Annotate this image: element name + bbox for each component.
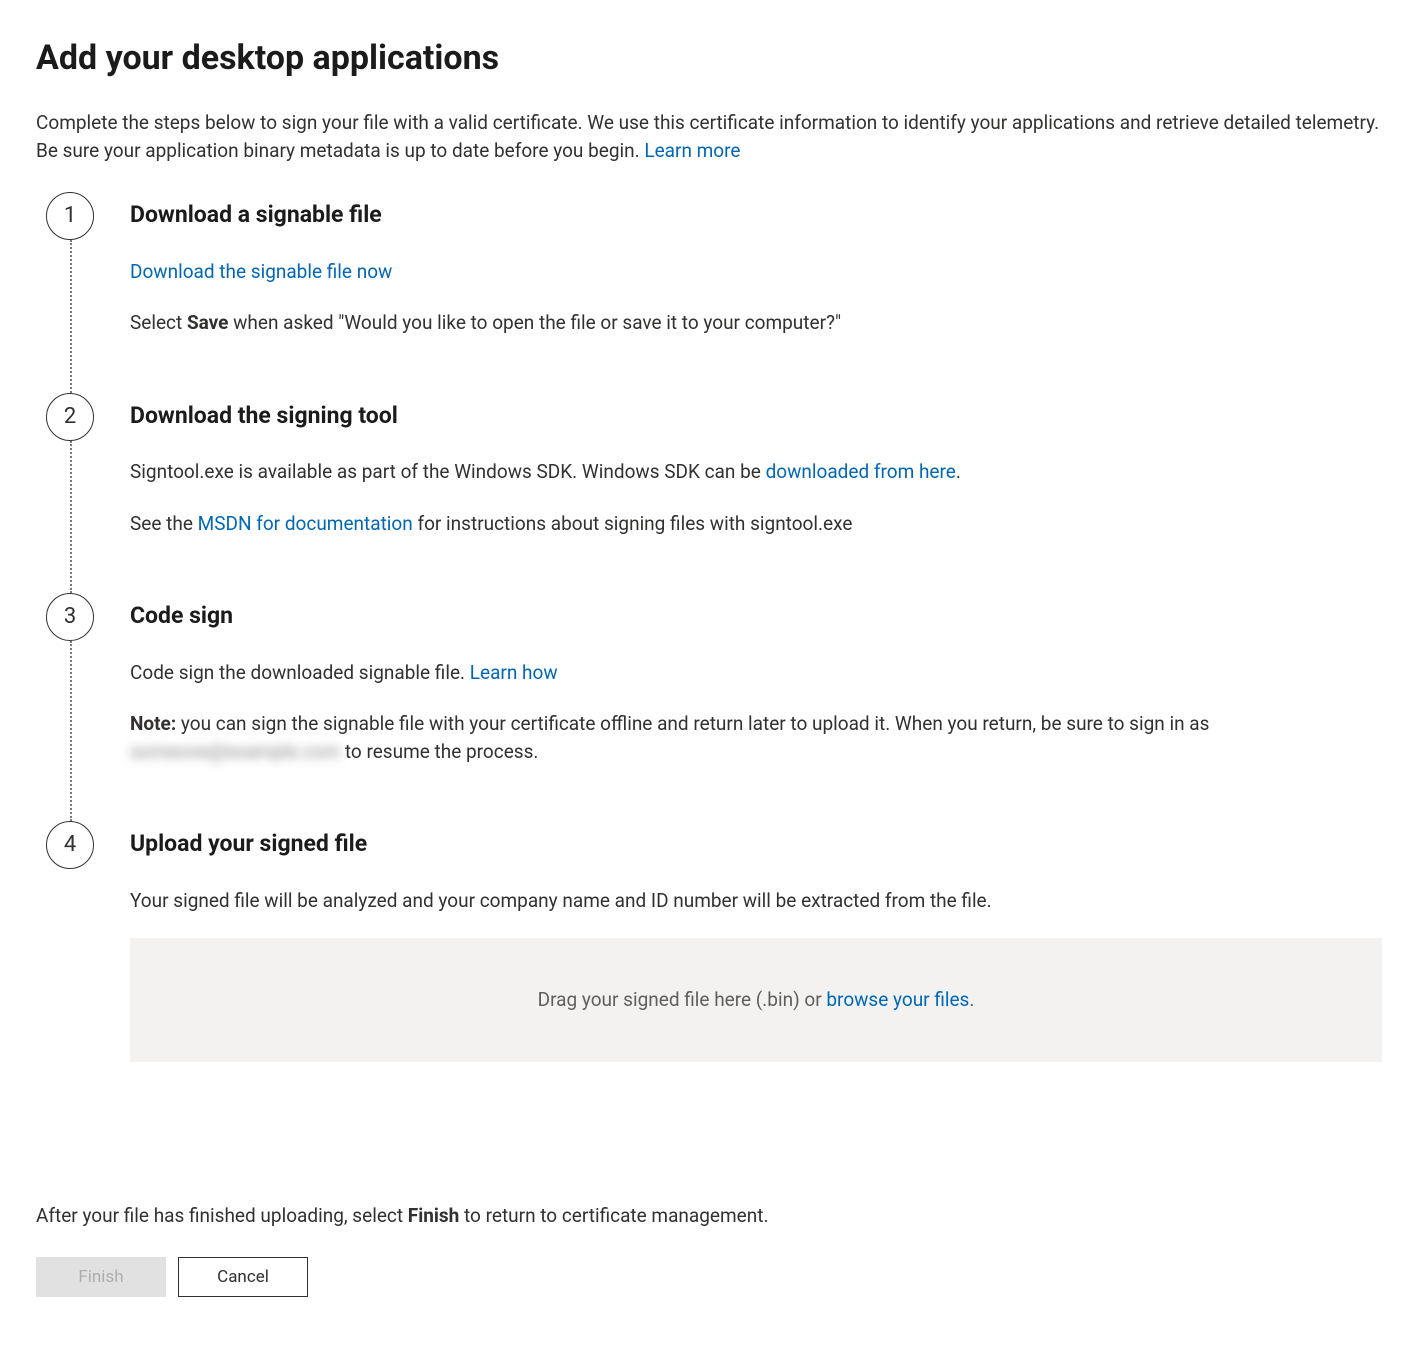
- msdn-documentation-link[interactable]: MSDN for documentation: [198, 512, 413, 535]
- step-1-title: Download a signable file: [130, 198, 1382, 231]
- step-3-note-label: Note:: [130, 712, 176, 735]
- after-before: After your file has finished uploading, …: [36, 1204, 408, 1227]
- download-signable-file-link[interactable]: Download the signable file now: [130, 260, 392, 283]
- step-3-p1: Code sign the downloaded signable file. …: [130, 659, 1382, 687]
- step-3-note-before: you can sign the signable file with your…: [176, 712, 1209, 735]
- step-4-p1: Your signed file will be analyzed and yo…: [130, 887, 1382, 915]
- step-4-title: Upload your signed file: [130, 827, 1382, 860]
- step-2-p1: Signtool.exe is available as part of the…: [130, 458, 1382, 486]
- after-upload-text: After your file has finished uploading, …: [36, 1202, 1382, 1230]
- step-connector: [70, 240, 72, 392]
- steps-container: 1 Download a signable file Download the …: [36, 192, 1382, 1061]
- download-sdk-link[interactable]: downloaded from here: [766, 460, 956, 483]
- step-connector: [70, 441, 72, 593]
- after-strong: Finish: [408, 1204, 460, 1227]
- step-indicator-4: 4: [46, 821, 94, 869]
- step-indicator-3: 3: [46, 593, 94, 641]
- intro-text: Complete the steps below to sign your fi…: [36, 109, 1382, 164]
- after-after: to return to certificate management.: [459, 1204, 768, 1227]
- step-3-note: Note: you can sign the signable file wit…: [130, 710, 1382, 765]
- step-3: 3 Code sign Code sign the downloaded sig…: [36, 593, 1382, 821]
- browse-files-link[interactable]: browse your files: [826, 988, 969, 1011]
- dropzone-text-before: Drag your signed file here (.bin) or: [538, 988, 827, 1011]
- step-1: 1 Download a signable file Download the …: [36, 192, 1382, 392]
- learn-more-link[interactable]: Learn more: [644, 139, 740, 162]
- dropzone-text-after: .: [969, 988, 974, 1011]
- step-1-save-instruction: Select Save when asked "Would you like t…: [130, 309, 1382, 337]
- step-1-save-after: when asked "Would you like to open the f…: [228, 311, 841, 334]
- step-1-save-strong: Save: [187, 311, 229, 334]
- redacted-email: someone@example.com: [130, 738, 340, 766]
- step-4: 4 Upload your signed file Your signed fi…: [36, 821, 1382, 1061]
- step-indicator-2: 2: [46, 393, 94, 441]
- step-2: 2 Download the signing tool Signtool.exe…: [36, 393, 1382, 593]
- button-row: Finish Cancel: [36, 1257, 1382, 1297]
- step-3-note-after: to resume the process.: [340, 740, 538, 763]
- step-2-p2-before: See the: [130, 512, 198, 535]
- finish-button: Finish: [36, 1257, 166, 1297]
- step-2-p2: See the MSDN for documentation for instr…: [130, 510, 1382, 538]
- step-indicator-1: 1: [46, 192, 94, 240]
- step-3-p1-before: Code sign the downloaded signable file.: [130, 661, 470, 684]
- step-connector: [70, 641, 72, 821]
- learn-how-link[interactable]: Learn how: [470, 661, 558, 684]
- step-2-title: Download the signing tool: [130, 399, 1382, 432]
- cancel-button[interactable]: Cancel: [178, 1257, 308, 1297]
- step-2-p1-after: .: [956, 460, 961, 483]
- page-title: Add your desktop applications: [36, 34, 1382, 83]
- step-1-save-before: Select: [130, 311, 187, 334]
- step-3-title: Code sign: [130, 599, 1382, 632]
- step-2-p1-before: Signtool.exe is available as part of the…: [130, 460, 766, 483]
- file-dropzone[interactable]: Drag your signed file here (.bin) or bro…: [130, 938, 1382, 1062]
- step-2-p2-after: for instructions about signing files wit…: [413, 512, 853, 535]
